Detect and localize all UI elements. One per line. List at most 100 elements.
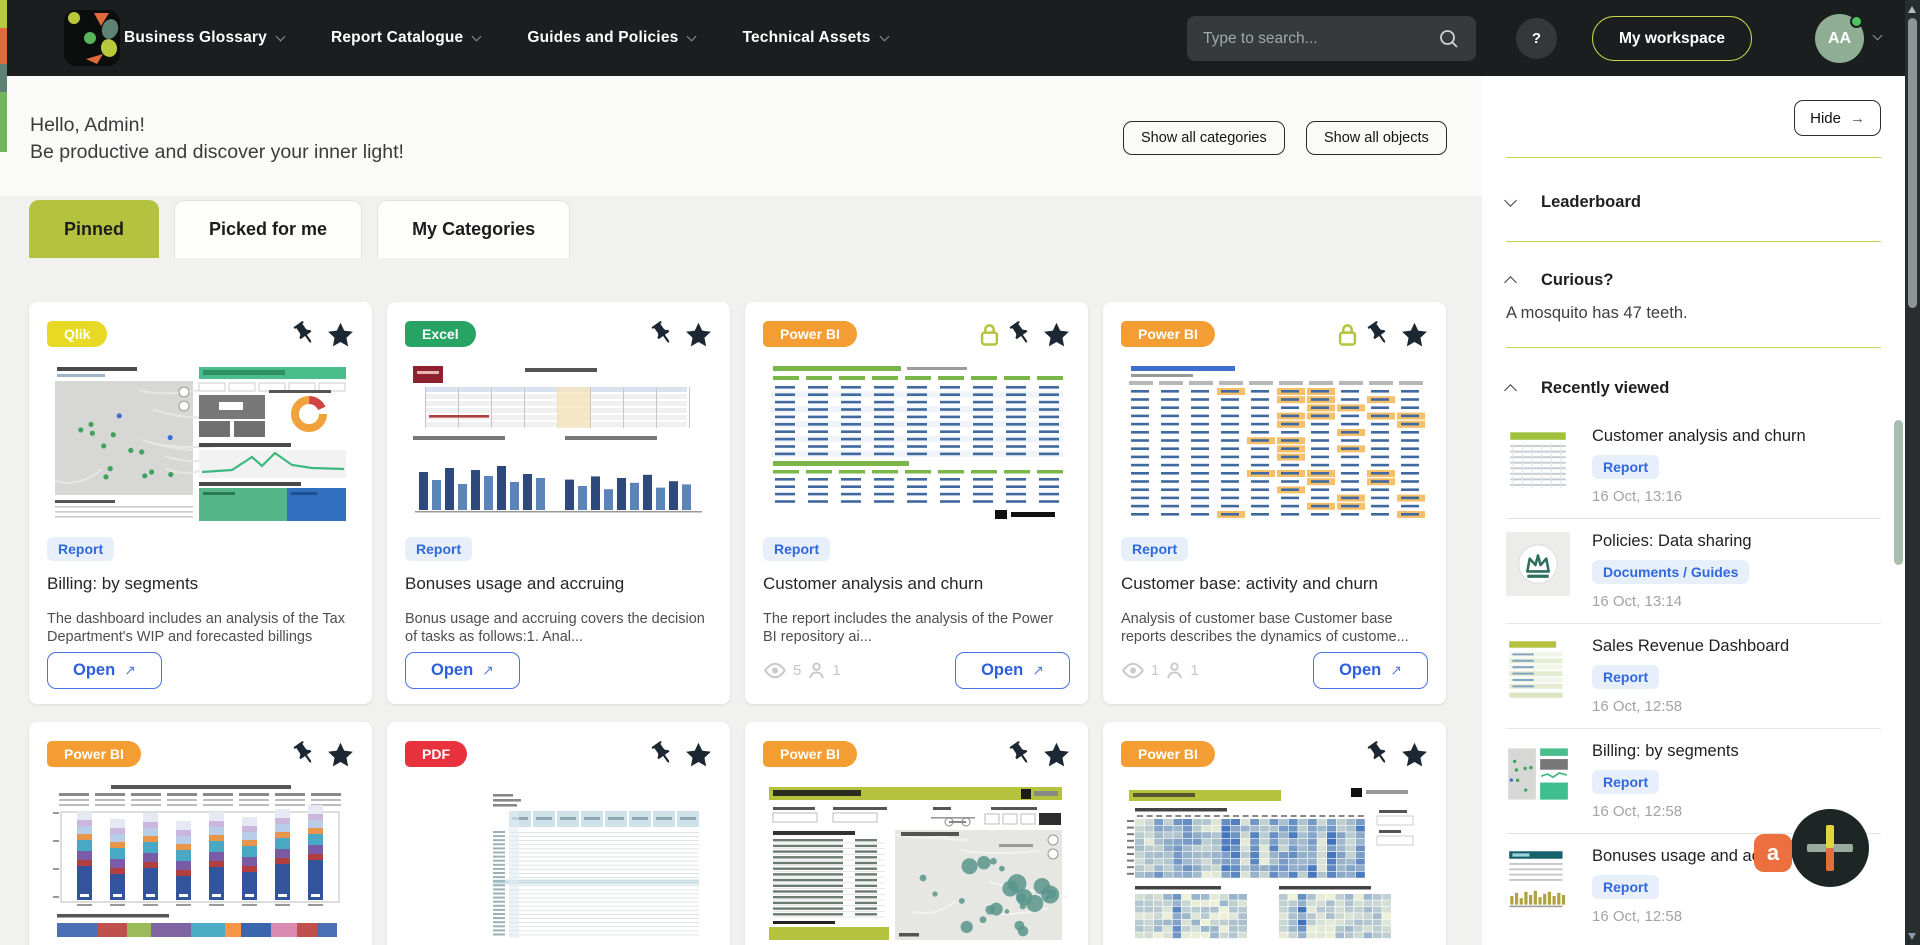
mini-billing-dashboard: [1506, 742, 1570, 806]
section-curious[interactable]: Curious?: [1506, 268, 1881, 292]
object-type-tag: Report: [1592, 875, 1659, 899]
asset-card[interactable]: PDF: [387, 722, 730, 945]
asset-card[interactable]: Qlik Report Billing: by segments The das…: [29, 302, 372, 704]
add-button[interactable]: [1791, 809, 1869, 887]
home-tabs: Pinned Picked for me My Categories: [29, 200, 570, 258]
tab-picked-for-me[interactable]: Picked for me: [174, 200, 362, 258]
asset-card[interactable]: Power BI Report Customer base: activity …: [1103, 302, 1446, 704]
mini-policies-crown: [1506, 532, 1570, 596]
chevron-up-icon: [1504, 276, 1517, 289]
pin-icon[interactable]: [292, 741, 318, 767]
star-icon[interactable]: [685, 741, 712, 768]
assistant-badge[interactable]: a: [1754, 834, 1792, 872]
external-link-icon: ↗: [1032, 662, 1044, 679]
brand-logo[interactable]: [64, 10, 120, 66]
open-button[interactable]: Open ↗: [1313, 652, 1428, 689]
qlik-events-dashboard: [47, 362, 354, 522]
pin-icon[interactable]: [650, 321, 676, 347]
users-icon: [1165, 661, 1184, 680]
section-leaderboard[interactable]: Leaderboard: [1506, 190, 1881, 214]
search-input[interactable]: [1203, 30, 1438, 48]
item-title: Policies: Data sharing: [1592, 532, 1752, 551]
asset-description: Bonus usage and accruing covers the deci…: [405, 611, 712, 648]
asset-card[interactable]: Power BI Report Customer analysis and ch…: [745, 302, 1088, 704]
external-link-icon: ↗: [124, 662, 136, 679]
help-button[interactable]: ?: [1516, 18, 1557, 59]
lock-icon: [1338, 322, 1357, 347]
divider: [1506, 347, 1881, 348]
source-type-badge: Qlik: [47, 321, 107, 347]
pin-icon[interactable]: [1008, 741, 1034, 767]
global-search[interactable]: [1187, 16, 1476, 61]
chevron-down-icon: [276, 31, 286, 41]
external-link-icon: ↗: [482, 662, 494, 679]
show-all-categories-button[interactable]: Show all categories: [1123, 121, 1285, 155]
pin-icon[interactable]: [1366, 321, 1392, 347]
search-icon: [1438, 28, 1460, 50]
sidebar-scrollbar-thumb[interactable]: [1894, 420, 1903, 565]
chevron-down-icon: [879, 31, 889, 41]
chevron-down-icon[interactable]: [1873, 31, 1883, 41]
nav-menu-item-2[interactable]: Report Catalogue: [331, 29, 480, 47]
nav-menu-item-3[interactable]: Guides and Policies: [527, 29, 695, 47]
pin-icon[interactable]: [1366, 741, 1392, 767]
views-icon: [763, 662, 787, 679]
star-icon[interactable]: [1043, 741, 1070, 768]
section-recently-viewed[interactable]: Recently viewed: [1506, 376, 1881, 400]
mini-customer-table: [1506, 427, 1570, 491]
item-title: Customer analysis and churn: [1592, 427, 1806, 446]
pinned-cards-grid: Qlik Report Billing: by segments The das…: [29, 302, 1446, 945]
show-all-objects-button[interactable]: Show all objects: [1306, 121, 1447, 155]
recently-viewed-item[interactable]: Policies: Data sharing Documents / Guide…: [1506, 519, 1881, 624]
mini-sales-sheet: [1506, 637, 1570, 701]
views-count: 5: [793, 662, 801, 679]
brand-edge-strip: [0, 0, 7, 152]
scrollbar-thumb[interactable]: [1908, 18, 1917, 308]
asset-title: Customer base: activity and churn: [1121, 574, 1428, 594]
greeting-line1: Hello, Admin!: [30, 112, 404, 139]
open-button[interactable]: Open ↗: [405, 652, 520, 689]
open-button[interactable]: Open ↗: [955, 652, 1070, 689]
top-navigation: Business Glossary Report Catalogue Guide…: [0, 0, 1920, 76]
asset-card[interactable]: Power BI: [29, 722, 372, 945]
scroll-down-arrow[interactable]: [1908, 933, 1916, 940]
views-icon: [1121, 662, 1145, 679]
nav-menu-item-1[interactable]: Business Glossary: [124, 29, 284, 47]
page-scrollbar[interactable]: [1905, 0, 1920, 945]
asset-description: The dashboard includes an analysis of th…: [47, 611, 354, 648]
star-icon[interactable]: [1401, 741, 1428, 768]
external-link-icon: ↗: [1390, 662, 1402, 679]
chevron-down-icon: [687, 31, 697, 41]
recently-viewed-item[interactable]: Sales Revenue Dashboard Report 16 Oct, 1…: [1506, 624, 1881, 729]
avatar-initials: AA: [1828, 30, 1851, 48]
powerbi-stacked-bars: [47, 782, 354, 942]
my-workspace-button[interactable]: My workspace: [1592, 16, 1752, 61]
pin-icon[interactable]: [292, 321, 318, 347]
source-type-badge: Power BI: [1121, 321, 1215, 347]
scroll-up-arrow[interactable]: [1908, 6, 1916, 13]
source-type-badge: Power BI: [1121, 741, 1215, 767]
open-button[interactable]: Open ↗: [47, 652, 162, 689]
recently-viewed-item[interactable]: Customer analysis and churn Report 16 Oc…: [1506, 414, 1881, 519]
avatar[interactable]: AA: [1815, 14, 1864, 63]
object-type-tag: Report: [47, 537, 114, 561]
star-icon[interactable]: [327, 321, 354, 348]
tab-my-categories[interactable]: My Categories: [377, 200, 570, 258]
pin-icon[interactable]: [650, 741, 676, 767]
pin-icon[interactable]: [1008, 321, 1034, 347]
asset-card[interactable]: Excel Report Bonuses usage and accruing …: [387, 302, 730, 704]
hide-sidebar-button[interactable]: Hide →: [1794, 100, 1881, 136]
object-type-tag: Report: [405, 537, 472, 561]
star-icon[interactable]: [1401, 321, 1428, 348]
tab-pinned[interactable]: Pinned: [29, 200, 159, 258]
usage-stats: 1 1: [1121, 661, 1199, 680]
fun-fact-text: A mosquito has 47 teeth.: [1506, 304, 1881, 323]
star-icon[interactable]: [327, 741, 354, 768]
asset-card[interactable]: Power BI: [1103, 722, 1446, 945]
nav-menu-item-4[interactable]: Technical Assets: [742, 29, 887, 47]
usage-stats: 5 1: [763, 661, 841, 680]
item-timestamp: 16 Oct, 12:58: [1592, 698, 1682, 715]
star-icon[interactable]: [685, 321, 712, 348]
asset-card[interactable]: Power BI: [745, 722, 1088, 945]
star-icon[interactable]: [1043, 321, 1070, 348]
